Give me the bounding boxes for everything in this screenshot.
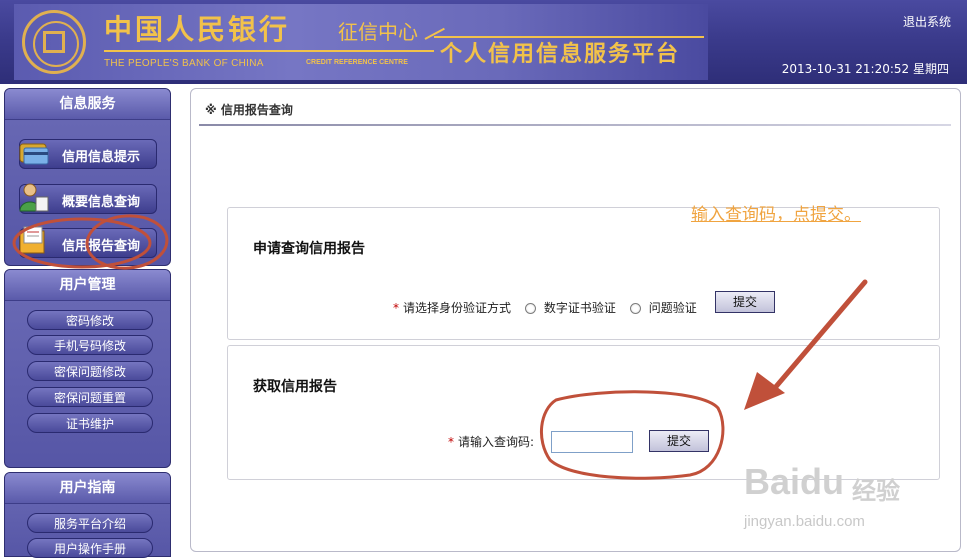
question-verify-radio[interactable] — [629, 303, 641, 314]
user-guide-panel: 用户指南 服务平台介绍 用户操作手册 — [4, 472, 171, 558]
get-section-title: 获取信用报告 — [253, 379, 337, 395]
query-code-row: * 请输入查询码: — [448, 433, 534, 450]
sidebar-item-label: 概要信息查询 — [62, 195, 141, 210]
annotation-instruction: 输入查询码，点提交。 — [691, 205, 861, 225]
user-management-panel: 用户管理 密码修改 手机号码修改 密保问题修改 密保问题重置 证书维护 — [4, 269, 171, 468]
report-icon — [19, 226, 45, 254]
apply-section-title: 申请查询信用报告 — [253, 241, 365, 257]
header-divider — [104, 50, 434, 52]
center-name-en: CREDIT REFERENCE CENTRE — [306, 59, 408, 66]
sidebar-item-label: 信用报告查询 — [62, 239, 141, 254]
baidu-watermark: Baidu 经验 jingyan.baidu.com — [744, 453, 924, 543]
digital-cert-label: 数字证书验证 — [543, 301, 616, 315]
pboc-logo-icon — [22, 10, 86, 74]
platform-name: 个人信用信息服务平台 — [440, 41, 681, 67]
info-service-title: 信息服务 — [5, 89, 170, 120]
digital-cert-radio[interactable] — [524, 303, 536, 314]
platform-intro-button[interactable]: 服务平台介绍 — [27, 513, 153, 533]
user-management-title: 用户管理 — [5, 270, 170, 301]
center-name-cn: 征信中心 — [338, 20, 418, 44]
certificate-maintenance-button[interactable]: 证书维护 — [27, 413, 153, 433]
user-guide-title: 用户指南 — [5, 473, 170, 504]
sidebar-item-credit-report-query[interactable]: 信用报告查询 — [19, 226, 157, 258]
bank-name-cn: 中国人民银行 — [104, 13, 291, 46]
page-title: ※ 信用报告查询 — [205, 103, 293, 117]
logout-link[interactable]: 退出系统 — [903, 13, 951, 30]
get-report-submit-button[interactable]: 提交 — [649, 430, 709, 452]
credit-card-icon — [19, 143, 49, 165]
info-service-panel: 信息服务 信用信息提示 概要信息查询 信用报告查询 — [4, 88, 171, 266]
query-code-label: 请输入查询码: — [458, 435, 535, 449]
current-datetime: 2013-10-31 21:20:52 星期四 — [781, 62, 949, 76]
security-question-reset-button[interactable]: 密保问题重置 — [27, 387, 153, 407]
verify-method-row: * 请选择身份验证方式 数字证书验证 问题验证 — [393, 299, 697, 316]
apply-report-section: 申请查询信用报告 * 请选择身份验证方式 数字证书验证 问题验证 提交 — [227, 207, 940, 340]
sidebar-item-label: 信用信息提示 — [62, 150, 141, 165]
apply-submit-button[interactable]: 提交 — [715, 291, 775, 313]
header-banner: 中国人民银行 征信中心 THE PEOPLE'S BANK OF CHINA C… — [0, 0, 967, 84]
baidu-logo-icon: Baidu — [744, 461, 845, 502]
person-icon — [19, 183, 49, 212]
required-star: * — [393, 301, 399, 315]
user-manual-button[interactable]: 用户操作手册 — [27, 538, 153, 558]
phone-change-button[interactable]: 手机号码修改 — [27, 335, 153, 355]
watermark-cn: 经验 — [852, 477, 900, 505]
sidebar-item-summary-query[interactable]: 概要信息查询 — [19, 183, 157, 214]
question-verify-label: 问题验证 — [648, 301, 697, 315]
query-code-input[interactable] — [551, 431, 633, 453]
sidebar-item-credit-info-tip[interactable]: 信用信息提示 — [19, 139, 157, 169]
verify-method-label: 请选择身份验证方式 — [403, 301, 512, 315]
watermark-url: jingyan.baidu.com — [744, 513, 865, 530]
title-divider — [199, 124, 951, 126]
bank-name-en: THE PEOPLE'S BANK OF CHINA — [104, 58, 264, 69]
password-change-button[interactable]: 密码修改 — [27, 310, 153, 330]
security-question-change-button[interactable]: 密保问题修改 — [27, 361, 153, 381]
required-star: * — [448, 435, 454, 449]
